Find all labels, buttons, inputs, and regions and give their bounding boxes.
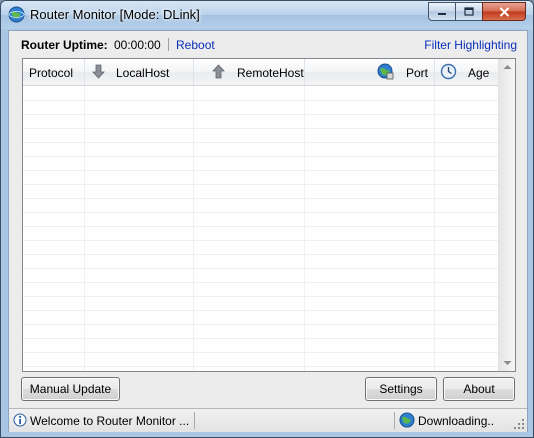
settings-button[interactable]: Settings bbox=[365, 377, 437, 401]
grid-line bbox=[84, 86, 85, 371]
grid-line bbox=[304, 86, 305, 371]
column-localhost[interactable]: LocalHost bbox=[85, 59, 194, 85]
table-row[interactable] bbox=[23, 114, 499, 129]
reboot-link[interactable]: Reboot bbox=[176, 38, 215, 52]
close-icon bbox=[499, 6, 509, 17]
column-label: Age bbox=[468, 66, 490, 80]
table-row[interactable] bbox=[23, 268, 499, 283]
maximize-button[interactable] bbox=[455, 2, 483, 21]
uptime-label: Router Uptime: bbox=[21, 38, 108, 52]
minimize-icon bbox=[438, 12, 446, 15]
resize-grip-icon[interactable] bbox=[514, 419, 525, 430]
table-row[interactable] bbox=[23, 338, 499, 353]
minimize-button[interactable] bbox=[428, 2, 456, 21]
status-message: Welcome to Router Monitor ... bbox=[30, 414, 190, 428]
connections-list[interactable]: Protocol LocalHost RemoteHost Port Age bbox=[22, 58, 516, 372]
table-row[interactable] bbox=[23, 212, 499, 227]
title-bar[interactable]: Router Monitor [Mode: DLink] bbox=[1, 1, 533, 29]
table-row[interactable] bbox=[23, 226, 499, 241]
table-row[interactable] bbox=[23, 100, 499, 115]
arrow-down-icon bbox=[92, 64, 105, 79]
table-row[interactable] bbox=[23, 128, 499, 143]
table-row[interactable] bbox=[23, 296, 499, 311]
column-label: LocalHost bbox=[116, 66, 170, 80]
app-window: Router Monitor [Mode: DLink] Router Upti… bbox=[0, 0, 534, 438]
divider bbox=[168, 38, 169, 51]
table-row[interactable] bbox=[23, 86, 499, 101]
table-row[interactable] bbox=[23, 240, 499, 255]
table-row[interactable] bbox=[23, 198, 499, 213]
status-divider bbox=[394, 412, 395, 429]
caption-buttons bbox=[428, 2, 526, 21]
globe-network-icon bbox=[399, 412, 415, 428]
status-activity: Downloading.. bbox=[418, 414, 495, 428]
status-divider bbox=[194, 412, 195, 429]
table-row[interactable] bbox=[23, 282, 499, 297]
maximize-icon bbox=[464, 7, 474, 16]
list-body[interactable] bbox=[23, 86, 499, 371]
chevron-up-icon bbox=[503, 65, 511, 69]
column-label: Port bbox=[406, 66, 429, 80]
list-header: Protocol LocalHost RemoteHost Port Age bbox=[23, 59, 499, 86]
table-row[interactable] bbox=[23, 142, 499, 157]
info-icon bbox=[13, 413, 27, 427]
filter-highlighting-link[interactable]: Filter Highlighting bbox=[424, 38, 517, 52]
column-protocol[interactable]: Protocol bbox=[23, 59, 85, 85]
grid-line bbox=[434, 86, 435, 371]
table-row[interactable] bbox=[23, 170, 499, 185]
client-area: Router Uptime: 00:00:00 Reboot Filter Hi… bbox=[8, 30, 528, 432]
close-button[interactable] bbox=[482, 2, 526, 21]
scroll-up-button[interactable] bbox=[499, 59, 515, 75]
grid-line bbox=[193, 86, 194, 371]
column-label: Protocol bbox=[29, 66, 74, 80]
column-port[interactable]: Port bbox=[305, 59, 435, 85]
window-title: Router Monitor [Mode: DLink] bbox=[30, 7, 200, 22]
table-row[interactable] bbox=[23, 184, 499, 199]
manual-update-button[interactable]: Manual Update bbox=[21, 377, 120, 401]
arrow-up-icon bbox=[212, 64, 225, 79]
table-row[interactable] bbox=[23, 156, 499, 171]
table-row[interactable] bbox=[23, 254, 499, 269]
status-bar: Welcome to Router Monitor ... Downloadin… bbox=[9, 408, 527, 432]
clock-icon bbox=[440, 63, 457, 80]
about-button[interactable]: About bbox=[443, 377, 515, 401]
info-bar: Router Uptime: 00:00:00 Reboot Filter Hi… bbox=[9, 31, 527, 57]
column-label: RemoteHost bbox=[237, 66, 304, 80]
vertical-scrollbar[interactable] bbox=[498, 59, 515, 371]
globe-port-icon bbox=[377, 63, 394, 80]
scroll-down-button[interactable] bbox=[499, 355, 515, 371]
globe-network-icon bbox=[8, 6, 25, 23]
table-row[interactable] bbox=[23, 310, 499, 325]
table-row[interactable] bbox=[23, 352, 499, 367]
column-remotehost[interactable]: RemoteHost bbox=[194, 59, 305, 85]
chevron-down-icon bbox=[503, 361, 511, 365]
table-row[interactable] bbox=[23, 324, 499, 339]
column-age[interactable]: Age bbox=[435, 59, 499, 85]
uptime-value: 00:00:00 bbox=[114, 38, 161, 52]
